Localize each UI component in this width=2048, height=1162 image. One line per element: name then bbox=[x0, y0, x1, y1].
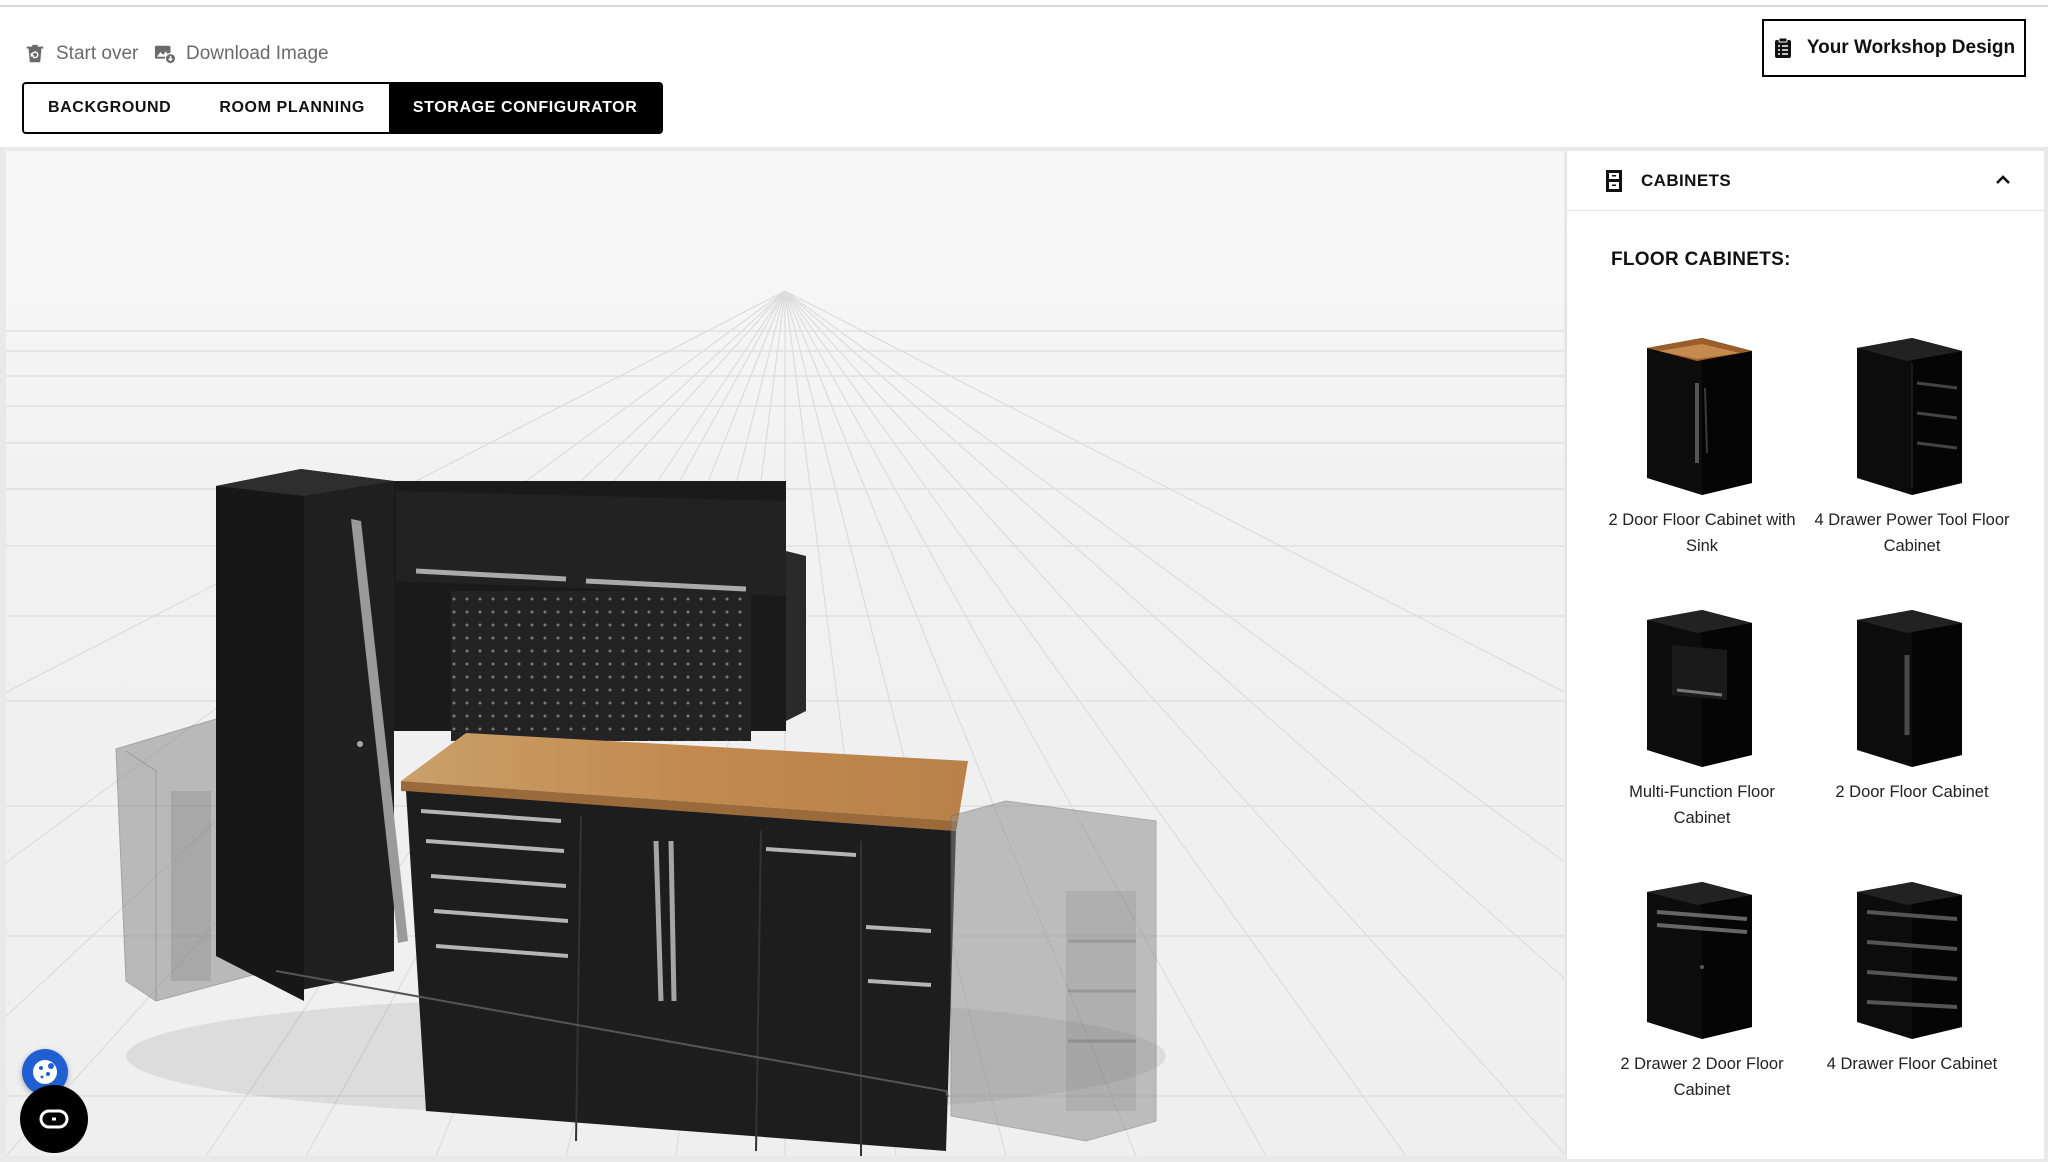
product-label: 2 Door Floor Cabinet bbox=[1835, 783, 1989, 801]
product-thumbnail bbox=[1597, 585, 1807, 775]
cookie-icon bbox=[33, 1060, 57, 1084]
top-border bbox=[0, 0, 2048, 7]
main-area: CABINETS FLOOR CABINETS: 2 Door Floor Ca… bbox=[0, 147, 2048, 1162]
base-cabinets bbox=[406, 791, 956, 1156]
product-label: 4 Drawer Power Tool Floor Cabinet bbox=[1814, 511, 2010, 555]
tab-storage-configurator[interactable]: STORAGE CONFIGURATOR bbox=[388, 84, 662, 132]
trash-restore-icon bbox=[26, 44, 44, 63]
product-card[interactable]: 2 Door Floor Cabinet bbox=[1807, 585, 2017, 831]
product-grid: 2 Door Floor Cabinet with Sink 4 Drawer P… bbox=[1597, 313, 2017, 1103]
product-label: 4 Drawer Floor Cabinet bbox=[1826, 1055, 1998, 1073]
start-over-button[interactable]: Start over bbox=[24, 37, 138, 71]
floor-cabinets-heading: FLOOR CABINETS: bbox=[1611, 249, 1791, 270]
product-label: 2 Drawer 2 Door Floor Cabinet bbox=[1620, 1055, 1784, 1099]
3d-viewport[interactable] bbox=[6, 151, 1564, 1156]
catalog-sidebar: CABINETS FLOOR CABINETS: 2 Door Floor Ca… bbox=[1566, 151, 2044, 1159]
clipboard-list-icon bbox=[1774, 37, 1791, 58]
product-card[interactable]: 4 Drawer Power Tool Floor Cabinet bbox=[1807, 313, 2017, 559]
app-header: Start over Download Image BACKGROUND ROO… bbox=[0, 7, 2048, 147]
product-card[interactable]: Multi-Function Floor Cabinet bbox=[1597, 585, 1807, 831]
product-thumbnail bbox=[1597, 313, 1807, 503]
product-card[interactable]: 2 Drawer 2 Door Floor Cabinet bbox=[1597, 857, 1807, 1103]
tab-background[interactable]: BACKGROUND bbox=[24, 84, 196, 132]
product-card[interactable]: 2 Door Floor Cabinet with Sink bbox=[1597, 313, 1807, 559]
product-label: 2 Door Floor Cabinet with Sink bbox=[1608, 511, 1796, 555]
download-image-button[interactable]: Download Image bbox=[154, 37, 329, 71]
product-thumbnail bbox=[1597, 857, 1807, 1047]
chevron-up-icon[interactable] bbox=[1992, 169, 2014, 191]
download-image-label: Download Image bbox=[186, 43, 329, 64]
main-tabs: BACKGROUND ROOM PLANNING STORAGE CONFIGU… bbox=[22, 82, 664, 134]
product-card[interactable]: 4 Drawer Floor Cabinet bbox=[1807, 857, 2017, 1103]
cabinets-panel-header[interactable]: CABINETS bbox=[1567, 151, 2044, 211]
product-thumbnail bbox=[1807, 313, 2017, 503]
ghost-cabinet-right bbox=[950, 800, 1157, 1142]
wall-unit bbox=[394, 481, 806, 741]
tall-cabinet bbox=[216, 469, 408, 1001]
cabinets-panel-title: CABINETS bbox=[1641, 170, 1732, 190]
tab-room-planning[interactable]: ROOM PLANNING bbox=[195, 84, 389, 132]
cabinet-icon bbox=[1606, 169, 1622, 192]
accessibility-icon bbox=[39, 1109, 69, 1129]
accessibility-button[interactable] bbox=[20, 1085, 88, 1153]
product-label: Multi-Function Floor Cabinet bbox=[1629, 783, 1775, 827]
workshop-design-button[interactable]: Your Workshop Design bbox=[1762, 19, 2026, 77]
image-download-icon bbox=[154, 45, 176, 65]
start-over-label: Start over bbox=[56, 43, 139, 64]
workshop-design-label: Your Workshop Design bbox=[1806, 37, 2016, 58]
3d-scene[interactable] bbox=[6, 151, 1564, 1156]
product-thumbnail bbox=[1807, 585, 2017, 775]
product-thumbnail bbox=[1807, 857, 2017, 1047]
